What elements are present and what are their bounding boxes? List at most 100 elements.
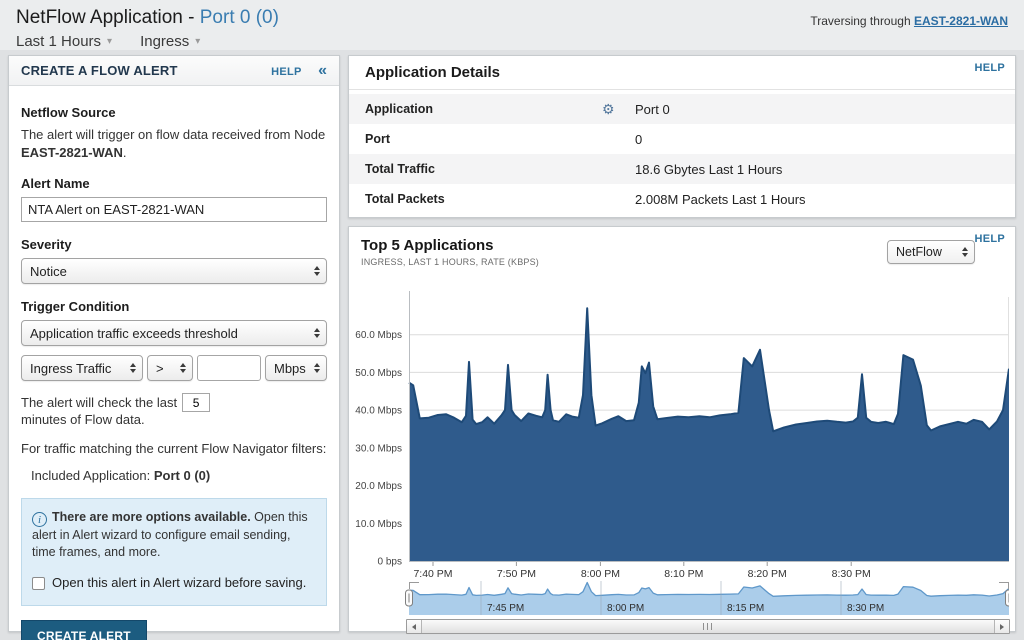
top-applications-titles: Top 5 Applications INGRESS, LAST 1 HOURS… (361, 237, 539, 283)
time-range-dropdown[interactable]: Last 1 Hours ▾ (16, 33, 112, 50)
row-label: Application (365, 102, 602, 116)
traffic-area-chart: 60.0 Mbps 50.0 Mbps 40.0 Mbps 30.0 Mbps 20.0… (349, 285, 1009, 579)
wizard-checkbox-label: Open this alert in Alert wizard before s… (52, 574, 306, 593)
select-caret-icon (180, 363, 186, 373)
page-title-entity-link[interactable]: Port 0 (0) (200, 7, 279, 28)
panel-title: CREATE A FLOW ALERT (21, 63, 178, 78)
direction-value: Ingress (140, 33, 189, 50)
chart-scrollbar[interactable] (406, 619, 1010, 634)
x-axis-label: 8:30 PM (832, 568, 871, 579)
included-application-line: Included Application: Port 0 (0) (31, 467, 327, 485)
traversing-text: Traversing through (810, 14, 914, 28)
help-link[interactable]: HELP (271, 66, 302, 78)
application-details-panel: HELP Application Details Application ⚙ P… (348, 55, 1016, 218)
selection-corner-right (999, 583, 1009, 590)
table-row: Total Packets 2.008M Packets Last 1 Hour… (349, 184, 1015, 214)
create-alert-button[interactable]: CREATE ALERT (21, 620, 147, 640)
severity-select[interactable]: Notice (21, 258, 327, 284)
included-application-value: Port 0 (0) (154, 468, 210, 483)
severity-heading: Severity (21, 237, 327, 252)
severity-value: Notice (30, 264, 67, 279)
operator-select[interactable]: > (147, 355, 193, 381)
select-caret-icon (130, 363, 136, 373)
overview-time-label: 8:30 PM (847, 603, 884, 614)
arrow-left-icon (412, 624, 416, 630)
netflow-source-heading: Netflow Source (21, 105, 327, 120)
chevron-down-icon: ▾ (107, 36, 112, 47)
alert-name-heading: Alert Name (21, 176, 327, 191)
trigger-condition-select[interactable]: Application traffic exceeds threshold (21, 320, 327, 346)
netflow-source-text: The alert will trigger on flow data rece… (21, 126, 327, 161)
gear-icon[interactable]: ⚙ (602, 101, 635, 118)
row-label: Total Packets (365, 192, 602, 206)
wizard-checkbox[interactable] (32, 577, 45, 590)
select-caret-icon (314, 328, 320, 338)
unit-value: Mbps (274, 361, 306, 376)
x-axis-label: 7:50 PM (497, 568, 536, 579)
application-details-table: Application ⚙ Port 0 Port 0 Total Traffi… (349, 90, 1015, 214)
overview-time-label: 8:15 PM (727, 603, 764, 614)
scrollbar-grip[interactable] (703, 623, 713, 630)
row-label: Port (365, 132, 602, 146)
flow-navigator-filters-text: For traffic matching the current Flow Na… (21, 440, 327, 458)
flow-source-value: NetFlow (896, 245, 942, 259)
overview-time-label: 8:00 PM (607, 603, 644, 614)
scrollbar-track[interactable] (422, 620, 994, 633)
create-flow-alert-panel: CREATE A FLOW ALERT HELP « Netflow Sourc… (8, 55, 340, 632)
row-value: 2.008M Packets Last 1 Hours (635, 192, 806, 207)
y-axis-label: 40.0 Mbps (355, 406, 402, 417)
metric-select[interactable]: Ingress Traffic (21, 355, 143, 381)
selection-corner-left (410, 583, 420, 590)
chevron-down-icon: ▾ (195, 36, 200, 47)
y-axis-label: 60.0 Mbps (355, 330, 402, 341)
row-value: 18.6 Gbytes Last 1 Hours (635, 162, 782, 177)
y-axis-label: 20.0 Mbps (355, 481, 402, 492)
flow-source-select[interactable]: NetFlow (887, 240, 975, 264)
check-minutes-input[interactable] (182, 393, 210, 412)
trigger-condition-heading: Trigger Condition (21, 299, 327, 314)
chart-overview-svg[interactable]: 7:45 PM8:00 PM8:15 PM8:30 PM (349, 581, 1009, 615)
threshold-condition-row: Ingress Traffic > Mbps (21, 355, 327, 381)
page-header: NetFlow Application - Port 0 (0) Last 1 … (0, 0, 1024, 50)
time-range-value: Last 1 Hours (16, 33, 101, 50)
check-interval-line: The alert will check the last minutes of… (21, 393, 327, 427)
scroll-right-button[interactable] (994, 620, 1009, 633)
row-value: 0 (635, 132, 642, 147)
traversing-node-link[interactable]: EAST-2821-WAN (914, 14, 1008, 28)
panel-title: Top 5 Applications (361, 237, 539, 254)
help-link[interactable]: HELP (974, 62, 1005, 74)
source-node-name: EAST-2821-WAN (21, 145, 123, 160)
page-title: NetFlow Application - Port 0 (0) (16, 7, 279, 29)
scroll-left-button[interactable] (407, 620, 422, 633)
info-box: iThere are more options available. Open … (21, 498, 327, 606)
traversing-label: Traversing through EAST-2821-WAN (810, 7, 1008, 50)
select-caret-icon (314, 266, 320, 276)
table-row: Total Traffic 18.6 Gbytes Last 1 Hours (349, 154, 1015, 184)
direction-dropdown[interactable]: Ingress ▾ (140, 33, 200, 50)
help-link[interactable]: HELP (974, 233, 1005, 245)
wizard-checkbox-row[interactable]: Open this alert in Alert wizard before s… (32, 574, 316, 593)
threshold-input[interactable] (197, 355, 261, 381)
x-axis-label: 8:20 PM (748, 568, 787, 579)
collapse-panel-icon[interactable]: « (318, 62, 327, 79)
select-caret-icon (962, 247, 968, 257)
page-title-text: NetFlow Application - (16, 7, 200, 28)
application-details-header: Application Details (349, 56, 1015, 90)
y-axis-label: 50.0 Mbps (355, 368, 402, 379)
top-applications-panel: Top 5 Applications INGRESS, LAST 1 HOURS… (348, 226, 1016, 632)
info-icon: i (32, 512, 47, 527)
page-subheader: Last 1 Hours ▾ Ingress ▾ (16, 33, 279, 50)
y-axis-label: 0 bps (378, 557, 402, 568)
x-axis-label: 8:00 PM (581, 568, 620, 579)
alert-name-input[interactable] (21, 197, 327, 222)
unit-select[interactable]: Mbps (265, 355, 327, 381)
operator-value: > (156, 361, 164, 376)
chart-overview[interactable]: 7:45 PM8:00 PM8:15 PM8:30 PM (349, 581, 1009, 615)
overview-handle-right[interactable] (1006, 590, 1010, 606)
page: NetFlow Application - Port 0 (0) Last 1 … (0, 0, 1024, 640)
select-caret-icon (314, 363, 320, 373)
info-box-text: iThere are more options available. Open … (32, 509, 316, 561)
top-applications-header: Top 5 Applications INGRESS, LAST 1 HOURS… (349, 227, 1015, 283)
y-axis-label: 30.0 Mbps (355, 443, 402, 454)
create-flow-alert-header: CREATE A FLOW ALERT HELP « (9, 56, 339, 86)
